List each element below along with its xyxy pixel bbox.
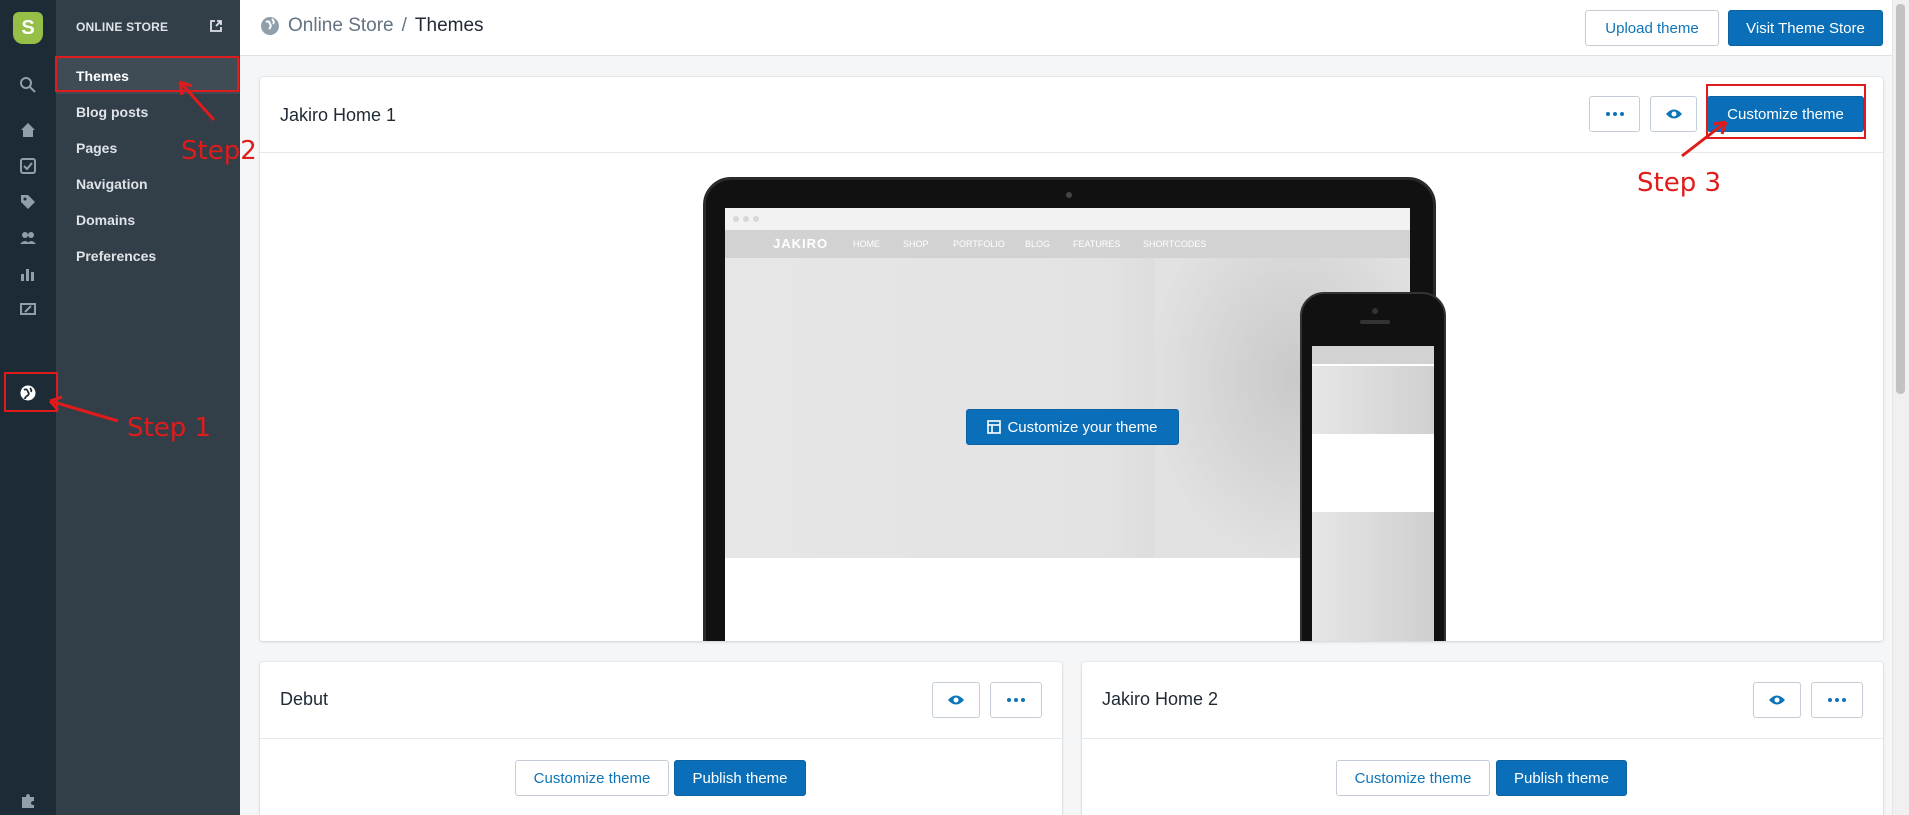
annotation-step2-label: Step2: [181, 136, 257, 166]
annotation-step3-label: Step 3: [1637, 168, 1722, 198]
annotation-arrows: [48, 80, 1728, 423]
annotation-step1-label: Step 1: [127, 413, 212, 443]
